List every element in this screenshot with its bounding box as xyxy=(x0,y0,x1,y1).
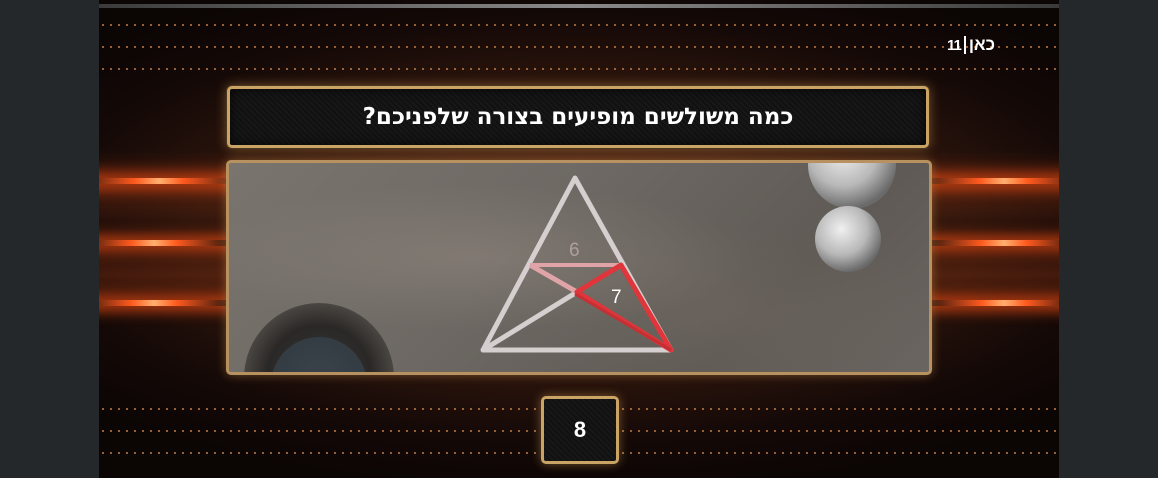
channel-logo-number: 11 xyxy=(947,36,962,54)
decor-ball xyxy=(808,163,896,209)
label-red-triangle: 7 xyxy=(611,287,622,308)
answer-box: 8 xyxy=(541,396,619,464)
light-streak xyxy=(924,178,1059,184)
channel-logo-divider xyxy=(963,36,966,54)
letterbox-right xyxy=(1059,0,1158,478)
puzzle-panel: 6 7 xyxy=(226,160,932,375)
question-box: כמה משולשים מופיעים בצורה שלפניכם? xyxy=(227,86,929,148)
answer-text: 8 xyxy=(573,417,587,442)
red-triangle-lines xyxy=(574,262,674,353)
decor-ball xyxy=(815,206,881,272)
light-streak xyxy=(99,240,229,246)
light-dots-row xyxy=(99,68,1059,70)
puzzle-figure: 6 7 xyxy=(244,163,896,372)
channel-logo-name: כאן xyxy=(968,35,995,54)
light-streak xyxy=(929,240,1059,246)
light-streak xyxy=(99,178,239,184)
label-white-triangle: 6 xyxy=(569,240,580,261)
letterbox-left xyxy=(0,0,99,478)
channel-logo: 11 כאן xyxy=(947,34,1017,56)
pink-line xyxy=(528,262,579,295)
light-streak xyxy=(929,300,1059,306)
light-dots-row xyxy=(99,24,1059,26)
light-streak xyxy=(99,300,229,306)
light-dots-row xyxy=(99,46,1059,48)
top-rule xyxy=(99,4,1059,8)
question-text: כמה משולשים מופיעים בצורה שלפניכם? xyxy=(362,104,794,130)
